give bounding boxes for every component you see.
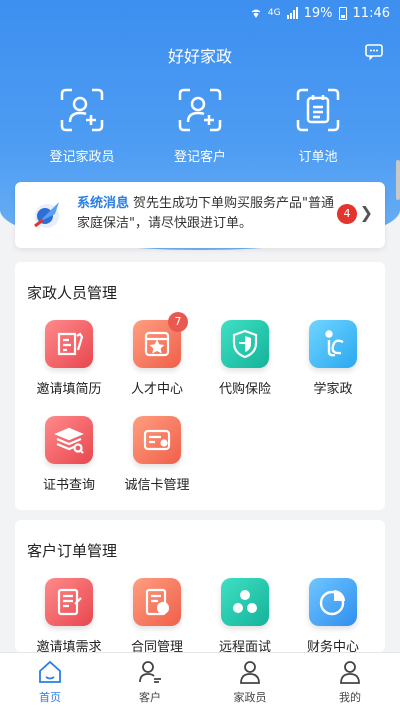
customer-icon — [139, 661, 161, 683]
wifi-icon — [250, 7, 262, 19]
customer-section-title: 客户订单管理 — [27, 542, 118, 560]
order-pool-icon — [296, 88, 340, 132]
learn-housekeeping-label: 学家政 — [313, 382, 353, 397]
certificate-query-button[interactable]: 证书查询 — [23, 416, 115, 493]
credit-card-icon — [133, 416, 181, 464]
learn-housekeeping-button[interactable]: 学家政 — [287, 320, 379, 397]
notice-bird-icon — [34, 202, 59, 228]
buy-insurance-label: 代购保险 — [218, 382, 271, 397]
finance-pie-icon — [309, 578, 357, 626]
resume-icon — [45, 320, 93, 368]
tab-customer-label: 客户 — [139, 691, 161, 704]
remote-interview-icon — [221, 578, 269, 626]
staff-icon — [240, 661, 260, 684]
notice-text: 系统消息 贺先生成功下单购买服务产品"普通家庭保洁"，请尽快跟进订单。 — [77, 194, 339, 234]
clock: 11:46 — [352, 5, 390, 21]
message-icon[interactable] — [364, 42, 384, 62]
tab-home[interactable]: 首页 — [0, 659, 100, 705]
signal-icon — [286, 7, 298, 19]
contract-management-button[interactable]: 合同管理 — [111, 578, 203, 655]
add-customer-scan-icon — [178, 88, 222, 132]
scroll-indicator — [396, 160, 400, 200]
app-title: 好好家政 — [167, 47, 232, 66]
learn-icon — [309, 320, 357, 368]
system-notice[interactable]: 系统消息 贺先生成功下单购买服务产品"普通家庭保洁"，请尽快跟进订单。 4 ❯ — [15, 182, 385, 248]
credit-card-management-label: 诚信卡管理 — [124, 478, 190, 493]
tab-staff-label: 家政员 — [233, 691, 267, 704]
talent-center-label: 人才中心 — [130, 382, 183, 397]
profile-icon — [340, 661, 360, 684]
contract-icon — [133, 578, 181, 626]
remote-interview-button[interactable]: 远程面试 — [199, 578, 291, 655]
tab-profile[interactable]: 我的 — [300, 659, 400, 705]
talent-center-button[interactable]: 7 人才中心 — [111, 312, 203, 397]
staff-management-card: 家政人员管理 邀请填简历 7 人才中心 代购保险 学家政 证书查询 诚信卡管理 — [15, 262, 385, 510]
order-pool-label: 订单池 — [298, 150, 338, 165]
customer-order-card: 客户订单管理 邀请填需求 合同管理 远程面试 财务中心 — [15, 520, 385, 655]
tab-customer[interactable]: 客户 — [100, 659, 200, 705]
talent-count-badge: 7 — [168, 312, 188, 332]
insurance-shield-icon — [221, 320, 269, 368]
network-type: 4G — [267, 8, 281, 18]
battery-icon — [338, 6, 347, 20]
finance-center-button[interactable]: 财务中心 — [287, 578, 379, 655]
invite-resume-label: 邀请填简历 — [36, 382, 102, 397]
invite-demand-button[interactable]: 邀请填需求 — [23, 578, 115, 655]
register-customer-button[interactable]: 登记客户 — [150, 86, 250, 165]
notice-count-badge: 4 — [337, 204, 357, 224]
bottom-tab-bar: 首页 客户 家政员 我的 — [0, 652, 400, 711]
certificate-query-label: 证书查询 — [42, 478, 95, 493]
order-pool-button[interactable]: 订单池 — [268, 86, 368, 165]
chevron-right-icon: ❯ — [359, 203, 373, 222]
invite-resume-button[interactable]: 邀请填简历 — [23, 320, 115, 397]
register-staff-button[interactable]: 登记家政员 — [32, 86, 132, 165]
demand-form-icon — [45, 578, 93, 626]
register-staff-label: 登记家政员 — [49, 150, 115, 165]
certificate-icon — [45, 416, 93, 464]
staff-section-title: 家政人员管理 — [27, 284, 118, 302]
status-bar: 4G 19% 11:46 — [0, 0, 400, 26]
tab-home-label: 首页 — [39, 691, 61, 704]
register-customer-label: 登记客户 — [173, 150, 226, 165]
home-icon — [39, 660, 61, 683]
notice-title: 系统消息 — [77, 196, 130, 211]
credit-card-management-button[interactable]: 诚信卡管理 — [111, 416, 203, 493]
tab-profile-label: 我的 — [339, 691, 361, 704]
add-user-scan-icon — [60, 88, 104, 132]
tab-staff[interactable]: 家政员 — [200, 659, 300, 705]
quick-actions: 登记家政员 登记客户 订单池 — [0, 86, 400, 166]
buy-insurance-button[interactable]: 代购保险 — [199, 320, 291, 397]
battery-percent: 19% — [303, 5, 333, 21]
